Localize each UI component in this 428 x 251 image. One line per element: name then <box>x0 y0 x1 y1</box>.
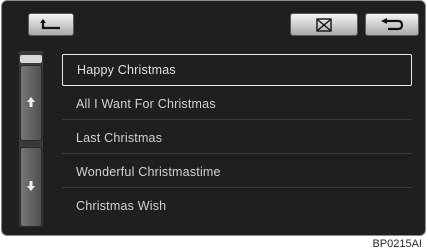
up-level-button[interactable] <box>28 13 74 36</box>
scroll-down-button[interactable] <box>20 147 42 227</box>
scroll-up-arrow-icon <box>27 94 35 112</box>
scroll-position-indicator <box>20 55 42 63</box>
display-screen: Happy Christmas All I Want For Christmas… <box>1 0 426 236</box>
delete-button[interactable] <box>290 13 358 36</box>
return-arrow-icon <box>380 17 404 32</box>
back-button[interactable] <box>365 13 419 36</box>
list-item-2[interactable]: All I Want For Christmas <box>62 88 412 120</box>
delete-x-box-icon <box>316 17 332 32</box>
list-item-4[interactable]: Wonderful Christmastime <box>62 156 412 188</box>
up-level-arrow-icon <box>40 18 62 31</box>
figure-code: BP0215AI <box>372 238 422 250</box>
list-item-1[interactable]: Happy Christmas <box>62 54 412 86</box>
scroll-down-arrow-icon <box>27 178 35 196</box>
list-item-5[interactable]: Christmas Wish <box>62 190 412 222</box>
list-item-3[interactable]: Last Christmas <box>62 122 412 154</box>
scroll-up-button[interactable] <box>20 65 42 141</box>
